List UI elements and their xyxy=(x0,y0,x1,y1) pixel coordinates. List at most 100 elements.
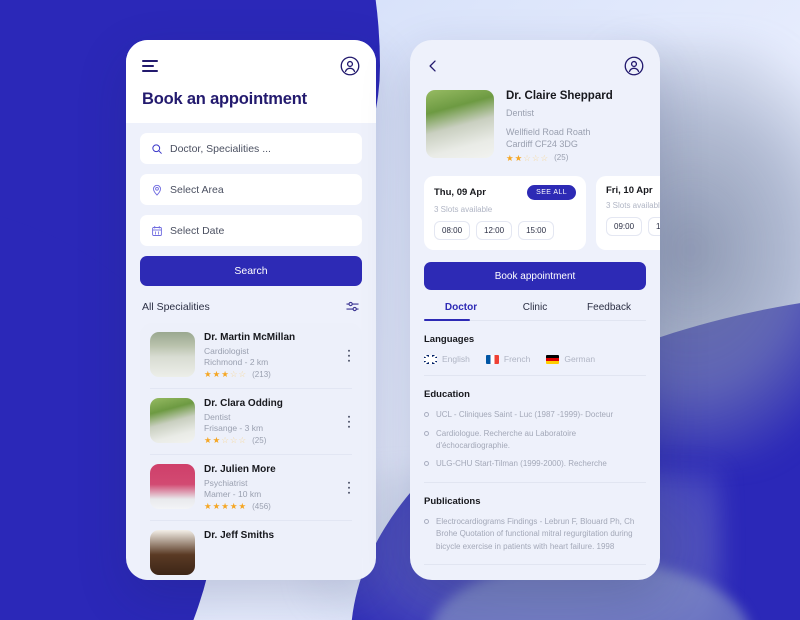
star-icon: ☆ xyxy=(238,369,247,380)
star-icon: ★ xyxy=(212,501,221,512)
time-slot-chip[interactable]: 08:00 xyxy=(434,221,471,241)
star-icon: ★ xyxy=(212,435,221,446)
doctor-list[interactable]: Dr. Martin McMillan Cardiologist Richmond … xyxy=(140,323,362,580)
doctor-profile-info: Dr. Claire Sheppard Dentist Wellfield Ro… xyxy=(506,90,613,162)
publication-item: Electrocardiograms Findings - Lebrun F, … xyxy=(424,516,646,553)
language-name: French xyxy=(503,354,531,365)
doctor-item-info: Dr. Clara Odding Dentist Frisange - 3 km ★ ★… xyxy=(204,398,352,445)
left-body: Doctor, Specialities ... Select Area Sel… xyxy=(126,123,376,580)
star-icon: ☆ xyxy=(540,152,549,163)
doctor-list-item[interactable]: Dr. Jeff Smiths xyxy=(150,521,352,580)
rating-stars: ★ ★ ☆ ☆ ☆ (25) xyxy=(204,436,352,445)
bullet-text: ULG-CHU Start-Tilman (1999-2000). Recher… xyxy=(436,459,607,469)
bullet-text: Electrocardiograms Findings - Lebrun F, … xyxy=(436,516,635,551)
account-circle-icon[interactable] xyxy=(624,56,644,76)
bullet-text: UCL - Cliniques Saint - Luc (1987 -1999)… xyxy=(436,410,614,420)
search-input-placeholder: Doctor, Specialities ... xyxy=(170,142,271,155)
time-slot-chip[interactable]: 13:00 xyxy=(648,217,660,237)
language-item: English xyxy=(424,354,470,364)
phone-screen-search: Book an appointment Doctor, Specialities… xyxy=(126,40,376,580)
slot-card-header: Fri, 10 Apr xyxy=(606,185,660,196)
publications-section: Publications Electrocardiograms Findings… xyxy=(424,483,646,566)
filter-sliders-icon[interactable] xyxy=(345,299,360,314)
right-topbar xyxy=(426,56,644,76)
star-icon: ☆ xyxy=(238,435,247,446)
review-count: (25) xyxy=(252,436,267,445)
profile-tabs[interactable]: Doctor Clinic Feedback xyxy=(424,302,646,322)
review-count: (213) xyxy=(252,370,271,379)
star-icon: ★ xyxy=(204,435,212,446)
time-slot-chip[interactable]: 15:00 xyxy=(518,221,555,241)
chevron-left-icon[interactable] xyxy=(426,59,440,73)
education-section: Education UCL - Cliniques Saint - Luc (1… xyxy=(424,376,646,483)
doctor-speciality: Dentist xyxy=(204,412,231,422)
doctor-profile-name: Dr. Claire Sheppard xyxy=(506,90,613,102)
doctor-profile-photo xyxy=(426,90,494,158)
education-title: Education xyxy=(424,389,470,401)
doctor-list-item[interactable]: Dr. Martin McMillan Cardiologist Richmond … xyxy=(150,323,352,389)
calendar-icon xyxy=(151,225,163,237)
doctor-name: Dr. Martin McMillan xyxy=(204,332,296,343)
star-icon: ★ xyxy=(212,369,221,380)
time-slot-chip[interactable]: 12:00 xyxy=(476,221,513,241)
left-header: Book an appointment xyxy=(126,40,376,123)
phone-screen-profile: Dr. Claire Sheppard Dentist Wellfield Ro… xyxy=(410,40,660,580)
specialities-label: All Specialities xyxy=(142,300,210,313)
more-options-icon[interactable] xyxy=(347,481,350,494)
area-select[interactable]: Select Area xyxy=(140,174,362,205)
doctor-list-item[interactable]: Dr. Clara Odding Dentist Frisange - 3 km ★ ★… xyxy=(150,389,352,455)
bullet-icon xyxy=(424,430,429,436)
doctor-location: Mamer - 10 km xyxy=(204,489,262,499)
doctor-item-info: Dr. Jeff Smiths xyxy=(204,530,352,541)
education-list: UCL - Cliniques Saint - Luc (1987 -1999)… xyxy=(424,409,646,471)
flag-uk-icon xyxy=(424,354,437,364)
slot-card[interactable]: Thu, 09 Apr SEE ALL 3 Slots available 08:00… xyxy=(424,176,586,251)
search-icon xyxy=(151,143,163,155)
doctor-photo xyxy=(150,332,195,377)
doctor-photo xyxy=(150,464,195,509)
book-appointment-button[interactable]: Book appointment xyxy=(424,262,646,291)
education-item: UCL - Cliniques Saint - Luc (1987 -1999)… xyxy=(424,409,646,421)
star-icon: ★ xyxy=(506,152,514,163)
bullet-icon xyxy=(424,518,429,524)
star-icon: ☆ xyxy=(531,152,540,163)
languages-list: English French German xyxy=(424,354,646,364)
hamburger-icon[interactable] xyxy=(142,60,160,72)
search-button[interactable]: Search xyxy=(140,256,362,286)
doctor-profile-address: Wellfield Road Roath Cardiff CF24 3DG xyxy=(506,126,613,150)
location-pin-icon xyxy=(151,184,163,196)
education-item: Cardiologue. Recherche au Laboratoire d'… xyxy=(424,428,646,453)
doctor-location: Frisange - 3 km xyxy=(204,423,264,433)
date-select-placeholder: Select Date xyxy=(170,224,225,237)
address-line-1: Wellfield Road Roath xyxy=(506,127,591,137)
page-title: Book an appointment xyxy=(142,90,307,108)
star-icon: ★ xyxy=(221,369,229,380)
bullet-icon xyxy=(424,412,429,418)
tab-clinic[interactable]: Clinic xyxy=(498,302,572,320)
see-all-button[interactable]: SEE ALL xyxy=(527,185,576,201)
star-icon: ★ xyxy=(229,501,238,512)
doctor-list-item[interactable]: Dr. Julien More Psychiatrist Mamer - 10 km… xyxy=(150,455,352,521)
star-icon: ☆ xyxy=(523,152,531,163)
date-select[interactable]: Select Date xyxy=(140,215,362,246)
language-name: German xyxy=(564,354,596,365)
time-slot-chip[interactable]: 09:00 xyxy=(606,217,643,237)
doctor-location: Richmond - 2 km xyxy=(204,357,269,367)
slot-date: Fri, 10 Apr xyxy=(606,185,653,197)
publications-list: Electrocardiograms Findings - Lebrun F, … xyxy=(424,516,646,553)
appointment-slots-carousel[interactable]: Thu, 09 Apr SEE ALL 3 Slots available 08:00… xyxy=(410,176,660,251)
languages-title: Languages xyxy=(424,334,475,346)
tab-feedback[interactable]: Feedback xyxy=(572,302,646,320)
slot-card[interactable]: Fri, 10 Apr 3 Slots available 09:00 13:00 xyxy=(596,176,660,251)
doctor-item-info: Dr. Martin McMillan Cardiologist Richmond … xyxy=(204,332,352,379)
tab-doctor[interactable]: Doctor xyxy=(424,302,498,322)
doctor-profile-header: Dr. Claire Sheppard Dentist Wellfield Ro… xyxy=(426,76,644,172)
doctor-speciality: Cardiologist xyxy=(204,346,249,356)
publications-title: Publications xyxy=(424,495,481,507)
more-options-icon[interactable] xyxy=(347,349,350,362)
doctor-photo xyxy=(150,398,195,443)
account-circle-icon[interactable] xyxy=(340,56,360,76)
more-options-icon[interactable] xyxy=(347,415,350,428)
bullet-text: Cardiologue. Recherche au Laboratoire d'… xyxy=(436,428,577,451)
search-input[interactable]: Doctor, Specialities ... xyxy=(140,133,362,164)
